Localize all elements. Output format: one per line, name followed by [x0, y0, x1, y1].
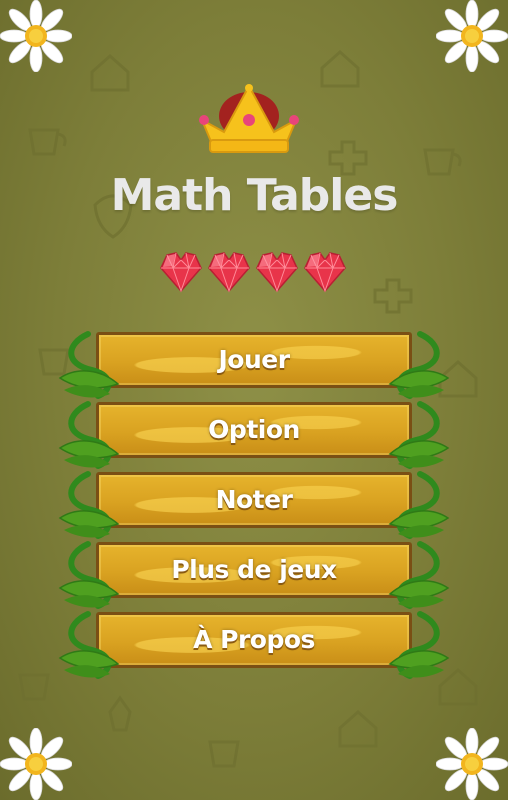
menu-button-label: Noter	[215, 485, 293, 514]
heart-gem-icon	[158, 248, 204, 294]
crown-icon	[199, 83, 299, 153]
daisy-icon	[0, 728, 72, 800]
daisy-icon	[436, 728, 508, 800]
heart-gem-icon	[254, 248, 300, 294]
heart-gem-icon	[206, 248, 252, 294]
menu-button-label: Plus de jeux	[171, 555, 337, 584]
app-title: Math Tables	[110, 170, 399, 221]
play-button[interactable]: Jouer	[58, 330, 450, 399]
daisy-icon	[436, 0, 508, 72]
menu-button-label: Jouer	[218, 345, 290, 374]
about-button[interactable]: À Propos	[58, 610, 450, 679]
rate-button[interactable]: Noter	[58, 470, 450, 539]
daisy-icon	[0, 0, 72, 72]
lives-indicator	[158, 248, 350, 294]
option-button[interactable]: Option	[58, 400, 450, 469]
more-games-button[interactable]: Plus de jeux	[58, 540, 450, 609]
menu-button-label: À Propos	[193, 625, 315, 654]
heart-gem-icon	[302, 248, 348, 294]
menu-button-label: Option	[208, 415, 300, 444]
